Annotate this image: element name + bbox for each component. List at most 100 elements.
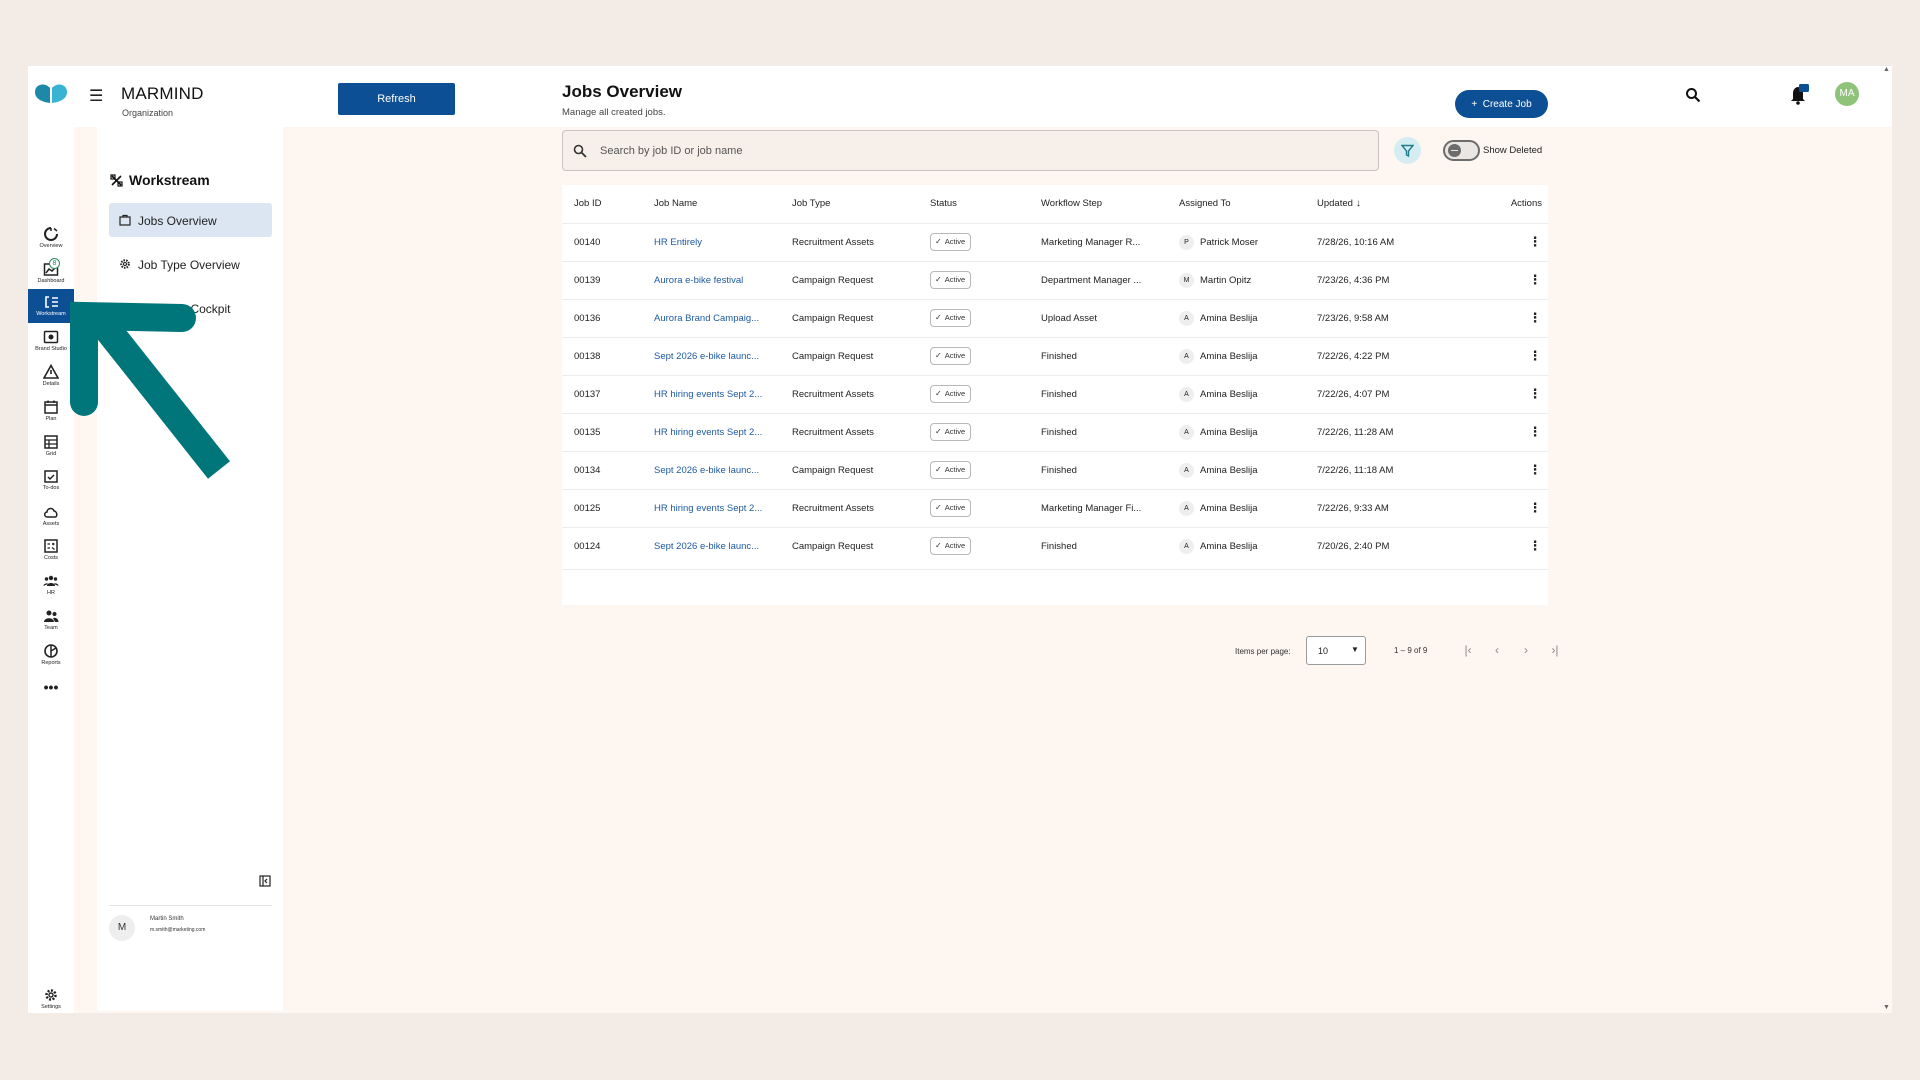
status-badge: ✓ Active: [930, 347, 972, 365]
job-name-link[interactable]: HR hiring events Sept 2...: [654, 503, 762, 514]
scroll-up-icon[interactable]: ▲: [1883, 66, 1890, 73]
items-per-page-select[interactable]: 10 ▼: [1306, 636, 1366, 665]
status-cell: ✓ Active: [930, 488, 1041, 527]
status-label: Active: [944, 237, 966, 246]
jobs-table: Job ID Job Name Job Type Status Workflow…: [562, 185, 1548, 565]
job-name-cell: Aurora Brand Campaig...: [654, 298, 792, 337]
first-page-icon[interactable]: |‹: [1458, 640, 1478, 660]
show-deleted-toggle[interactable]: [1443, 140, 1480, 161]
job-name-link[interactable]: HR hiring events Sept 2...: [654, 389, 762, 400]
status-cell: ✓ Active: [930, 412, 1041, 451]
updated-cell: 7/20/26, 2:40 PM: [1317, 526, 1481, 565]
divider: [562, 569, 1548, 570]
table-row[interactable]: 00137 HR hiring events Sept 2... Recruitme…: [562, 374, 1548, 413]
app-window: ☰ MARMIND Organization Refresh MA Overvi…: [28, 66, 1892, 1013]
more-actions-icon[interactable]: ⋮: [1528, 501, 1542, 514]
job-name-link[interactable]: Aurora Brand Campaig...: [654, 313, 759, 324]
check-icon: ✓: [935, 275, 942, 284]
assigned-to-cell: M Martin Opitz: [1179, 260, 1317, 299]
job-name-link[interactable]: Sept 2026 e-bike launc...: [654, 351, 759, 362]
job-name-cell: HR Entirely: [654, 222, 792, 261]
column-header-status[interactable]: Status: [930, 185, 1041, 223]
search-field[interactable]: [562, 130, 1379, 171]
updated-cell: 7/22/26, 9:33 AM: [1317, 488, 1481, 527]
sort-descending-icon[interactable]: ↓: [1356, 198, 1361, 209]
check-icon: ✓: [935, 503, 942, 512]
assignee-avatar: A: [1179, 500, 1194, 516]
job-name-link[interactable]: HR hiring events Sept 2...: [654, 427, 762, 438]
updated-cell: 7/28/26, 10:16 AM: [1317, 222, 1481, 261]
column-header-job-name[interactable]: Job Name: [654, 185, 792, 223]
job-name-link[interactable]: Aurora e-bike festival: [654, 275, 743, 286]
filter-button[interactable]: [1394, 137, 1421, 164]
table-row[interactable]: 00136 Aurora Brand Campaig... Campaign Req…: [562, 298, 1548, 337]
job-name-link[interactable]: Sept 2026 e-bike launc...: [654, 465, 759, 476]
status-label: Active: [944, 313, 966, 322]
table-row[interactable]: 00140 HR Entirely Recruitment Assets ✓ Activ…: [562, 222, 1548, 261]
job-name-cell: Sept 2026 e-bike launc...: [654, 450, 792, 489]
table-row[interactable]: 00134 Sept 2026 e-bike launc... Campaign R…: [562, 450, 1548, 489]
table-row[interactable]: 00135 HR hiring events Sept 2... Recruitme…: [562, 412, 1548, 451]
updated-cell: 7/22/26, 4:22 PM: [1317, 336, 1481, 375]
next-page-icon[interactable]: ›: [1516, 640, 1536, 660]
filter-icon: [1401, 144, 1414, 157]
column-header-assigned-to[interactable]: Assigned To: [1179, 185, 1317, 223]
check-icon: ✓: [935, 427, 942, 436]
assigned-to-cell: A Amina Beslija: [1179, 412, 1317, 451]
table-row[interactable]: 00138 Sept 2026 e-bike launc... Campaign R…: [562, 336, 1548, 375]
column-header-updated[interactable]: Updated ↓: [1317, 185, 1481, 223]
table-row[interactable]: 00125 HR hiring events Sept 2... Recruitme…: [562, 488, 1548, 527]
assigned-to-cell: A Amina Beslija: [1179, 488, 1317, 527]
more-actions-icon[interactable]: ⋮: [1528, 273, 1542, 286]
more-actions-icon[interactable]: ⋮: [1528, 539, 1542, 552]
search-input[interactable]: [600, 140, 1360, 162]
status-badge: ✓ Active: [930, 233, 972, 251]
job-name-cell: Sept 2026 e-bike launc...: [654, 526, 792, 565]
assignee-name: Martin Opitz: [1200, 274, 1252, 286]
chevron-down-icon: ▼: [1351, 645, 1359, 654]
status-badge: ✓ Active: [930, 461, 972, 479]
job-id-cell: 00124: [562, 526, 654, 565]
actions-cell: ⋮: [1481, 526, 1548, 565]
assignee-name: Amina Beslija: [1200, 464, 1258, 476]
more-actions-icon[interactable]: ⋮: [1528, 311, 1542, 324]
more-actions-icon[interactable]: ⋮: [1528, 425, 1542, 438]
status-label: Active: [944, 351, 966, 360]
status-label: Active: [944, 275, 966, 284]
create-job-label: Create Job: [1482, 98, 1532, 110]
job-name-link[interactable]: HR Entirely: [654, 237, 702, 248]
column-header-workflow-step[interactable]: Workflow Step: [1041, 185, 1179, 223]
status-cell: ✓ Active: [930, 336, 1041, 375]
column-header-job-type[interactable]: Job Type: [792, 185, 930, 223]
column-header-actions: Actions: [1510, 198, 1542, 210]
status-cell: ✓ Active: [930, 260, 1041, 299]
assignee-avatar: M: [1179, 272, 1194, 288]
assignee-name: Amina Beslija: [1200, 540, 1258, 552]
more-actions-icon[interactable]: ⋮: [1528, 235, 1542, 248]
more-actions-icon[interactable]: ⋮: [1528, 349, 1542, 362]
assigned-to-cell: A Amina Beslija: [1179, 298, 1317, 337]
assignee-avatar: P: [1179, 234, 1194, 250]
actions-cell: ⋮: [1481, 298, 1548, 337]
previous-page-icon[interactable]: ‹: [1487, 640, 1507, 660]
updated-cell: 7/23/26, 4:36 PM: [1317, 260, 1481, 299]
main-content: Jobs Overview Manage all created jobs. +…: [28, 66, 1892, 1013]
column-header-job-id[interactable]: Job ID: [562, 185, 654, 223]
actions-cell: ⋮: [1481, 488, 1548, 527]
job-name-link[interactable]: Sept 2026 e-bike launc...: [654, 541, 759, 552]
job-id-cell: 00125: [562, 488, 654, 527]
job-type-cell: Campaign Request: [792, 526, 930, 565]
status-badge: ✓ Active: [930, 309, 972, 327]
scroll-down-icon[interactable]: ▼: [1883, 1004, 1890, 1011]
status-cell: ✓ Active: [930, 450, 1041, 489]
more-actions-icon[interactable]: ⋮: [1528, 387, 1542, 400]
assigned-to-cell: A Amina Beslija: [1179, 450, 1317, 489]
table-row[interactable]: 00124 Sept 2026 e-bike launc... Campaign R…: [562, 526, 1548, 565]
more-actions-icon[interactable]: ⋮: [1528, 463, 1542, 476]
last-page-icon[interactable]: ›|: [1545, 640, 1565, 660]
updated-cell: 7/22/26, 11:18 AM: [1317, 450, 1481, 489]
create-job-button[interactable]: + Create Job: [1455, 90, 1548, 118]
table-row[interactable]: 00139 Aurora e-bike festival Campaign Requ…: [562, 260, 1548, 299]
show-deleted-label: Show Deleted: [1483, 145, 1543, 156]
job-name-cell: HR hiring events Sept 2...: [654, 374, 792, 413]
